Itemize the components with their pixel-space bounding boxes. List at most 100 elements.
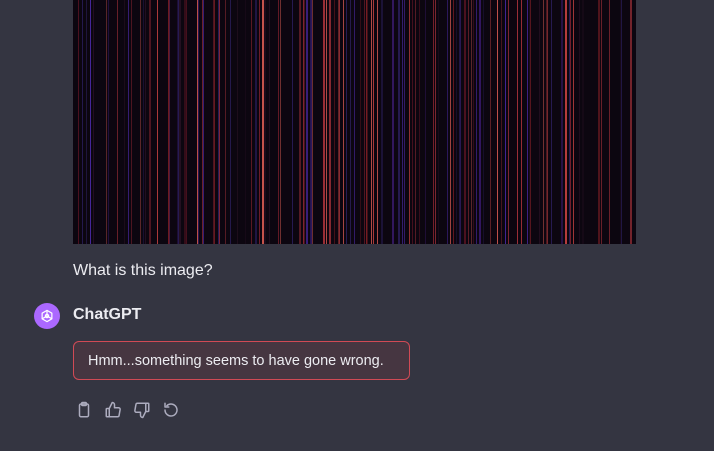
glitch-stripe — [447, 0, 448, 244]
glitch-stripe — [262, 0, 264, 244]
glitch-stripe — [237, 0, 238, 244]
regenerate-button[interactable] — [161, 400, 180, 419]
glitch-stripe — [304, 0, 305, 244]
clipboard-icon — [78, 401, 89, 417]
glitch-stripe — [609, 0, 610, 244]
glitch-stripe — [323, 0, 325, 244]
glitch-stripe — [366, 0, 367, 244]
glitch-stripe — [339, 0, 340, 244]
thumbs-down-button[interactable] — [132, 400, 151, 419]
glitch-stripe — [326, 0, 327, 244]
glitch-stripe — [620, 0, 621, 244]
glitch-stripe — [398, 0, 400, 244]
glitch-stripe — [561, 0, 563, 244]
user-image-attachment[interactable] — [73, 0, 636, 244]
copy-button[interactable] — [74, 400, 93, 419]
glitch-stripe — [402, 0, 403, 244]
glitch-stripe — [456, 0, 457, 244]
glitch-stripe — [471, 0, 472, 244]
glitch-stripe — [621, 0, 622, 244]
glitch-stripe — [178, 0, 179, 244]
glitch-stripe — [490, 0, 491, 244]
glitch-stripe — [415, 0, 416, 244]
glitch-stripe — [354, 0, 355, 244]
glitch-stripe — [128, 0, 129, 244]
glitch-stripe — [203, 0, 204, 244]
glitch-stripe — [310, 0, 311, 244]
glitch-stripe — [529, 0, 530, 244]
glitch-stripe — [303, 0, 304, 244]
glitch-image — [78, 0, 632, 244]
glitch-stripe — [547, 0, 548, 244]
glitch-stripe — [404, 0, 405, 244]
glitch-stripe — [140, 0, 141, 244]
glitch-stripe — [329, 0, 331, 244]
error-message: Hmm...something seems to have gone wrong… — [73, 341, 410, 380]
glitch-stripe — [521, 0, 522, 244]
glitch-stripe — [292, 0, 293, 244]
glitch-stripe — [501, 0, 502, 244]
glitch-stripe — [569, 0, 570, 244]
message-actions — [74, 400, 180, 419]
glitch-stripe — [306, 0, 308, 244]
glitch-stripe — [124, 0, 125, 244]
glitch-stripe — [450, 0, 451, 244]
glitch-stripe — [539, 0, 540, 244]
glitch-stripe — [371, 0, 372, 244]
glitch-stripe — [598, 0, 600, 244]
thumbs-up-button[interactable] — [103, 400, 122, 419]
glitch-stripe — [453, 0, 454, 244]
glitch-stripe — [473, 0, 474, 244]
thumbs-down-icon — [133, 402, 149, 418]
glitch-stripe — [530, 0, 531, 244]
glitch-stripe — [334, 0, 335, 244]
glitch-stripe — [546, 0, 547, 244]
glitch-stripe — [377, 0, 378, 244]
chat-page: What is this image? ChatGPT Hmm...someth… — [0, 0, 714, 451]
glitch-stripe — [508, 0, 509, 244]
glitch-stripe — [198, 0, 199, 244]
glitch-stripe — [186, 0, 187, 244]
glitch-stripe — [381, 0, 383, 244]
user-message-text: What is this image? — [73, 262, 213, 279]
glitch-stripe — [565, 0, 567, 244]
error-message-text: Hmm...something seems to have gone wrong… — [88, 352, 384, 369]
glitch-stripe — [145, 0, 146, 244]
glitch-stripe — [311, 0, 312, 244]
glitch-stripe — [570, 0, 571, 244]
glitch-stripe — [259, 0, 260, 244]
glitch-stripe — [264, 0, 266, 244]
glitch-stripe — [392, 0, 394, 244]
glitch-stripe — [373, 0, 374, 244]
glitch-stripe — [214, 0, 215, 244]
glitch-stripe — [86, 0, 87, 244]
glitch-stripe — [350, 0, 351, 244]
glitch-stripe — [412, 0, 413, 244]
glitch-stripe — [476, 0, 477, 244]
glitch-stripe — [479, 0, 481, 244]
glitch-stripe — [143, 0, 144, 244]
glitch-stripe — [78, 0, 79, 244]
glitch-stripe — [169, 0, 170, 244]
glitch-stripe — [225, 0, 226, 244]
glitch-stripe — [106, 0, 107, 244]
glitch-stripe — [117, 0, 118, 244]
glitch-stripe — [573, 0, 574, 244]
glitch-stripe — [312, 0, 313, 244]
glitch-stripe — [269, 0, 270, 244]
glitch-stripe — [230, 0, 231, 244]
glitch-stripe — [82, 0, 83, 244]
glitch-stripe — [438, 0, 439, 244]
glitch-stripe — [435, 0, 436, 244]
glitch-stripe — [184, 0, 186, 244]
glitch-stripe — [483, 0, 484, 244]
glitch-stripe — [543, 0, 544, 244]
glitch-stripe — [149, 0, 151, 244]
glitch-stripe — [364, 0, 365, 244]
openai-logo-icon — [34, 303, 60, 329]
glitch-stripe — [409, 0, 410, 244]
glitch-stripe — [255, 0, 257, 244]
glitch-stripe — [425, 0, 426, 244]
glitch-stripe — [90, 0, 91, 244]
glitch-stripe — [460, 0, 461, 244]
